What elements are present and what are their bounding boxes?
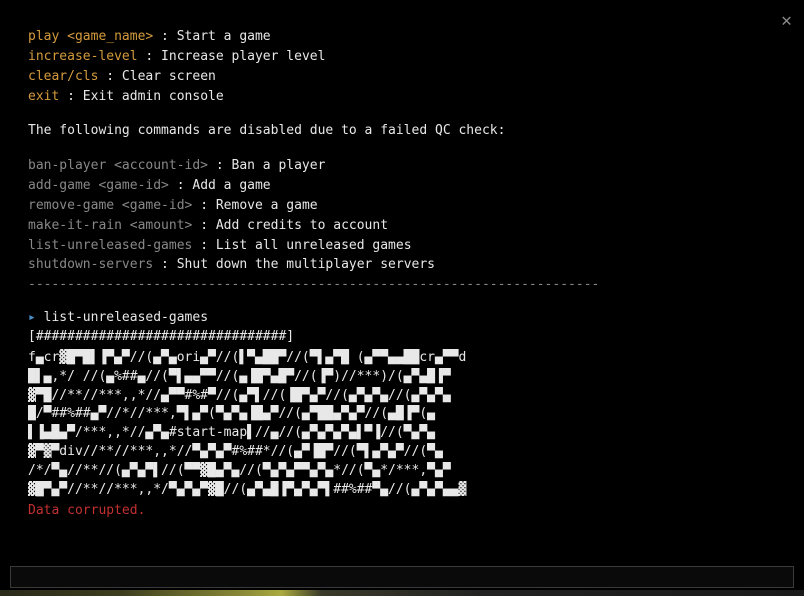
command-name: play <game_name>: [28, 29, 153, 44]
glitch-line: ▓▀▓▀div//**//***,,*//▀▄▀▄▀#%##*//(▄▀▐█▀/…: [28, 443, 776, 462]
glitch-line: ▓█▀▄▀//**//***,,*/▀▄▀▄▀▓█//(▄▀▄█▐▀▄▀▄▀▌#…: [28, 481, 776, 500]
divider: ----------------------------------------…: [28, 276, 776, 295]
command-help-line: increase-level : Increase player level: [28, 48, 776, 67]
glitch-output: f▄cr▓█▀█▌▐▀▄▀//(▄▀▄ori▄▀//(▌▀▄██▀//(▀▌▄▀…: [28, 349, 776, 500]
command-name: list-unreleased-games: [28, 238, 192, 253]
command-help-line: exit : Exit admin console: [28, 88, 776, 107]
terminal-output: play <game_name> : Start a gameincrease-…: [0, 0, 804, 556]
prompt-command: list-unreleased-games: [44, 310, 208, 325]
command-description: : Shut down the multiplayer servers: [153, 257, 435, 272]
command-name: shutdown-servers: [28, 257, 153, 272]
command-description: : List all unreleased games: [192, 238, 411, 253]
disabled-command-help-line: shutdown-servers : Shut down the multipl…: [28, 256, 776, 275]
prompt-arrow-icon: ▸: [28, 310, 44, 325]
command-name: increase-level: [28, 49, 138, 64]
glitch-line: █▌▄,*/ //(▄%##▄//(▀▌▄▄▀▀//(▄▐█▀▄█▀//(▐▀)…: [28, 368, 776, 387]
command-description: : Increase player level: [138, 49, 326, 64]
disabled-notice: The following commands are disabled due …: [28, 122, 776, 141]
glitch-line: ▌▐▄█▄▀/***,,*//▄▀▄#start-map▌//▄//(▄▀▄▀▄…: [28, 424, 776, 443]
bottom-decoration: [0, 590, 804, 596]
command-description: : Ban a player: [208, 158, 325, 173]
command-name: add-game <game-id>: [28, 178, 169, 193]
disabled-command-help-line: add-game <game-id> : Add a game: [28, 177, 776, 196]
command-name: exit: [28, 89, 59, 104]
command-name: remove-game <game-id>: [28, 198, 192, 213]
command-name: make-it-rain <amount>: [28, 218, 192, 233]
command-input[interactable]: [10, 566, 794, 588]
command-name: ban-player <account-id>: [28, 158, 208, 173]
glitch-line: f▄cr▓█▀█▌▐▀▄▀//(▄▀▄ori▄▀//(▌▀▄██▀//(▀▌▄▀…: [28, 349, 776, 368]
command-description: : Add credits to account: [192, 218, 388, 233]
command-description: : Clear screen: [98, 69, 215, 84]
disabled-command-help-line: list-unreleased-games : List all unrelea…: [28, 237, 776, 256]
command-description: : Exit admin console: [59, 89, 223, 104]
command-help-line: clear/cls : Clear screen: [28, 68, 776, 87]
prompt-line: ▸ list-unreleased-games: [28, 309, 776, 328]
close-icon[interactable]: ✕: [781, 8, 792, 34]
command-name: clear/cls: [28, 69, 98, 84]
command-description: : Start a game: [153, 29, 270, 44]
progress-bar: [################################]: [28, 328, 776, 347]
glitch-line: /*/▀▄//**//(▄▀▄▀▌//(▀▀▓█▄▀▄//(▀▄▀▄▀▀▄▀▄*…: [28, 462, 776, 481]
command-description: : Remove a game: [192, 198, 317, 213]
glitch-line: ▓▀█//**//***,,*//▄▀▀#%#▀//(▄▀▌//(▐█▀▄▀//…: [28, 387, 776, 406]
disabled-command-help-line: remove-game <game-id> : Remove a game: [28, 197, 776, 216]
command-description: : Add a game: [169, 178, 271, 193]
command-help-line: play <game_name> : Start a game: [28, 28, 776, 47]
error-message: Data corrupted.: [28, 502, 776, 521]
disabled-command-help-line: make-it-rain <amount> : Add credits to a…: [28, 217, 776, 236]
glitch-line: █/▀##%##▄▀//*//***,▀▌▄▀(▀▄▀▄▐█▄▀//(▄▀██▄…: [28, 405, 776, 424]
disabled-command-help-line: ban-player <account-id> : Ban a player: [28, 157, 776, 176]
